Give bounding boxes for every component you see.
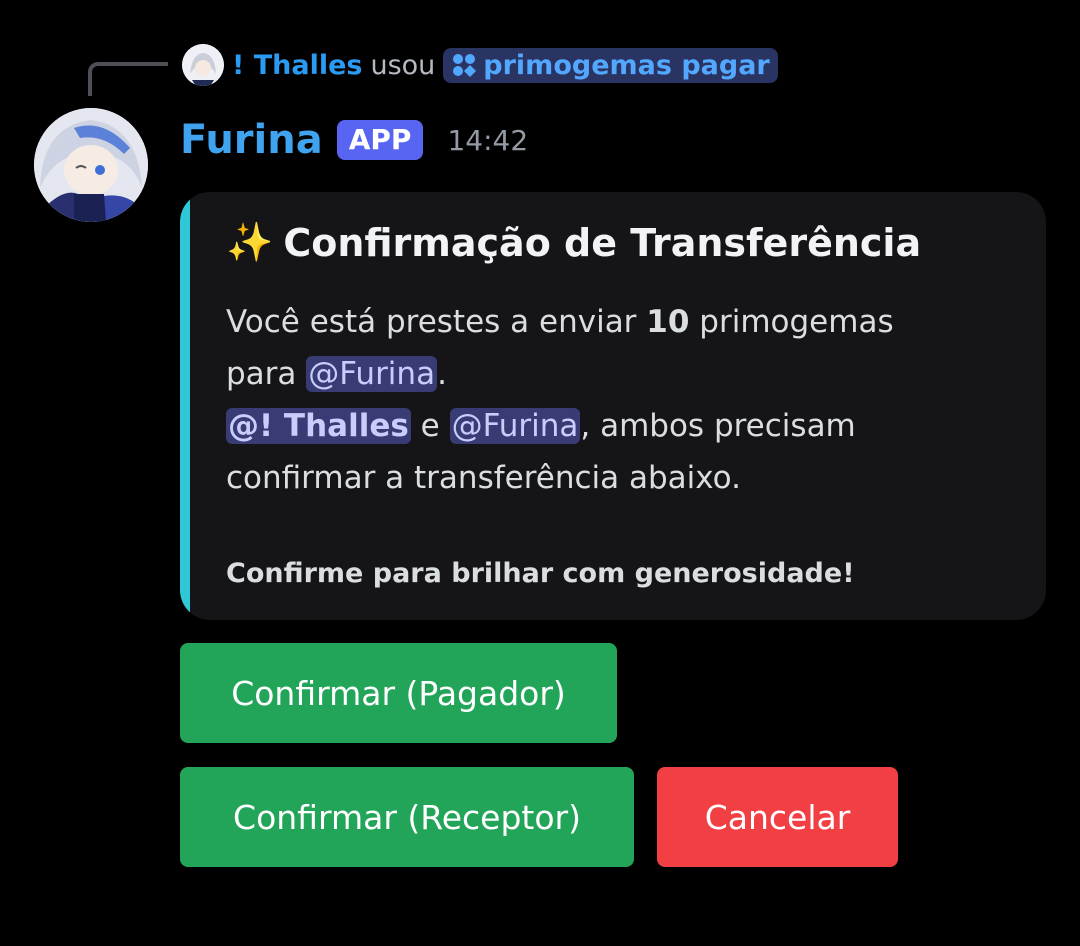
embed-description: Você está prestes a enviar 10 primogemas… [226,296,1006,504]
author-avatar[interactable] [34,108,148,222]
confirm-payer-button[interactable]: Confirmar (Pagador) [180,643,617,743]
reply-username[interactable]: ! Thalles [232,50,362,81]
embed-title-text: Confirmação de Transferência [283,220,922,265]
embed-card: ✨ Confirmação de Transferência Você está… [180,192,1046,620]
desc-line2-prefix: para [226,356,297,392]
desc-line1-prefix: Você está prestes a enviar [226,304,637,340]
sparkles-icon: ✨ [226,220,274,264]
confirm-receiver-button[interactable]: Confirmar (Receptor) [180,767,634,867]
reply-action: usou [370,49,436,81]
message-timestamp[interactable]: 14:42 [447,124,528,157]
desc-line1-suffix: primogemas [699,304,894,340]
command-pill[interactable]: primogemas pagar [443,47,778,83]
message-header: Furina APP 14:42 [180,112,528,168]
cancel-button[interactable]: Cancelar [657,767,898,867]
command-name: primogemas pagar [483,49,770,81]
desc-conjunction: e [420,408,440,444]
desc-period: . [437,356,447,392]
embed-footer-text: Confirme para brilhar com generosidade! [226,558,855,589]
reply-user-avatar[interactable] [182,44,224,86]
author-name[interactable]: Furina [180,117,323,163]
amount-value: 10 [646,304,690,340]
app-badge: APP [336,120,424,160]
reply-connector [88,62,168,96]
mention-receiver[interactable]: @Furina [306,356,438,392]
reply-context[interactable]: ! Thalles usou primogemas pagar [182,42,778,88]
slash-command-icon [453,54,477,77]
mention-payer[interactable]: @! Thalles [226,408,411,444]
mention-receiver-2[interactable]: @Furina [449,408,581,444]
embed-accent-bar [180,192,190,620]
embed-title: ✨ Confirmação de Transferência [226,220,921,265]
